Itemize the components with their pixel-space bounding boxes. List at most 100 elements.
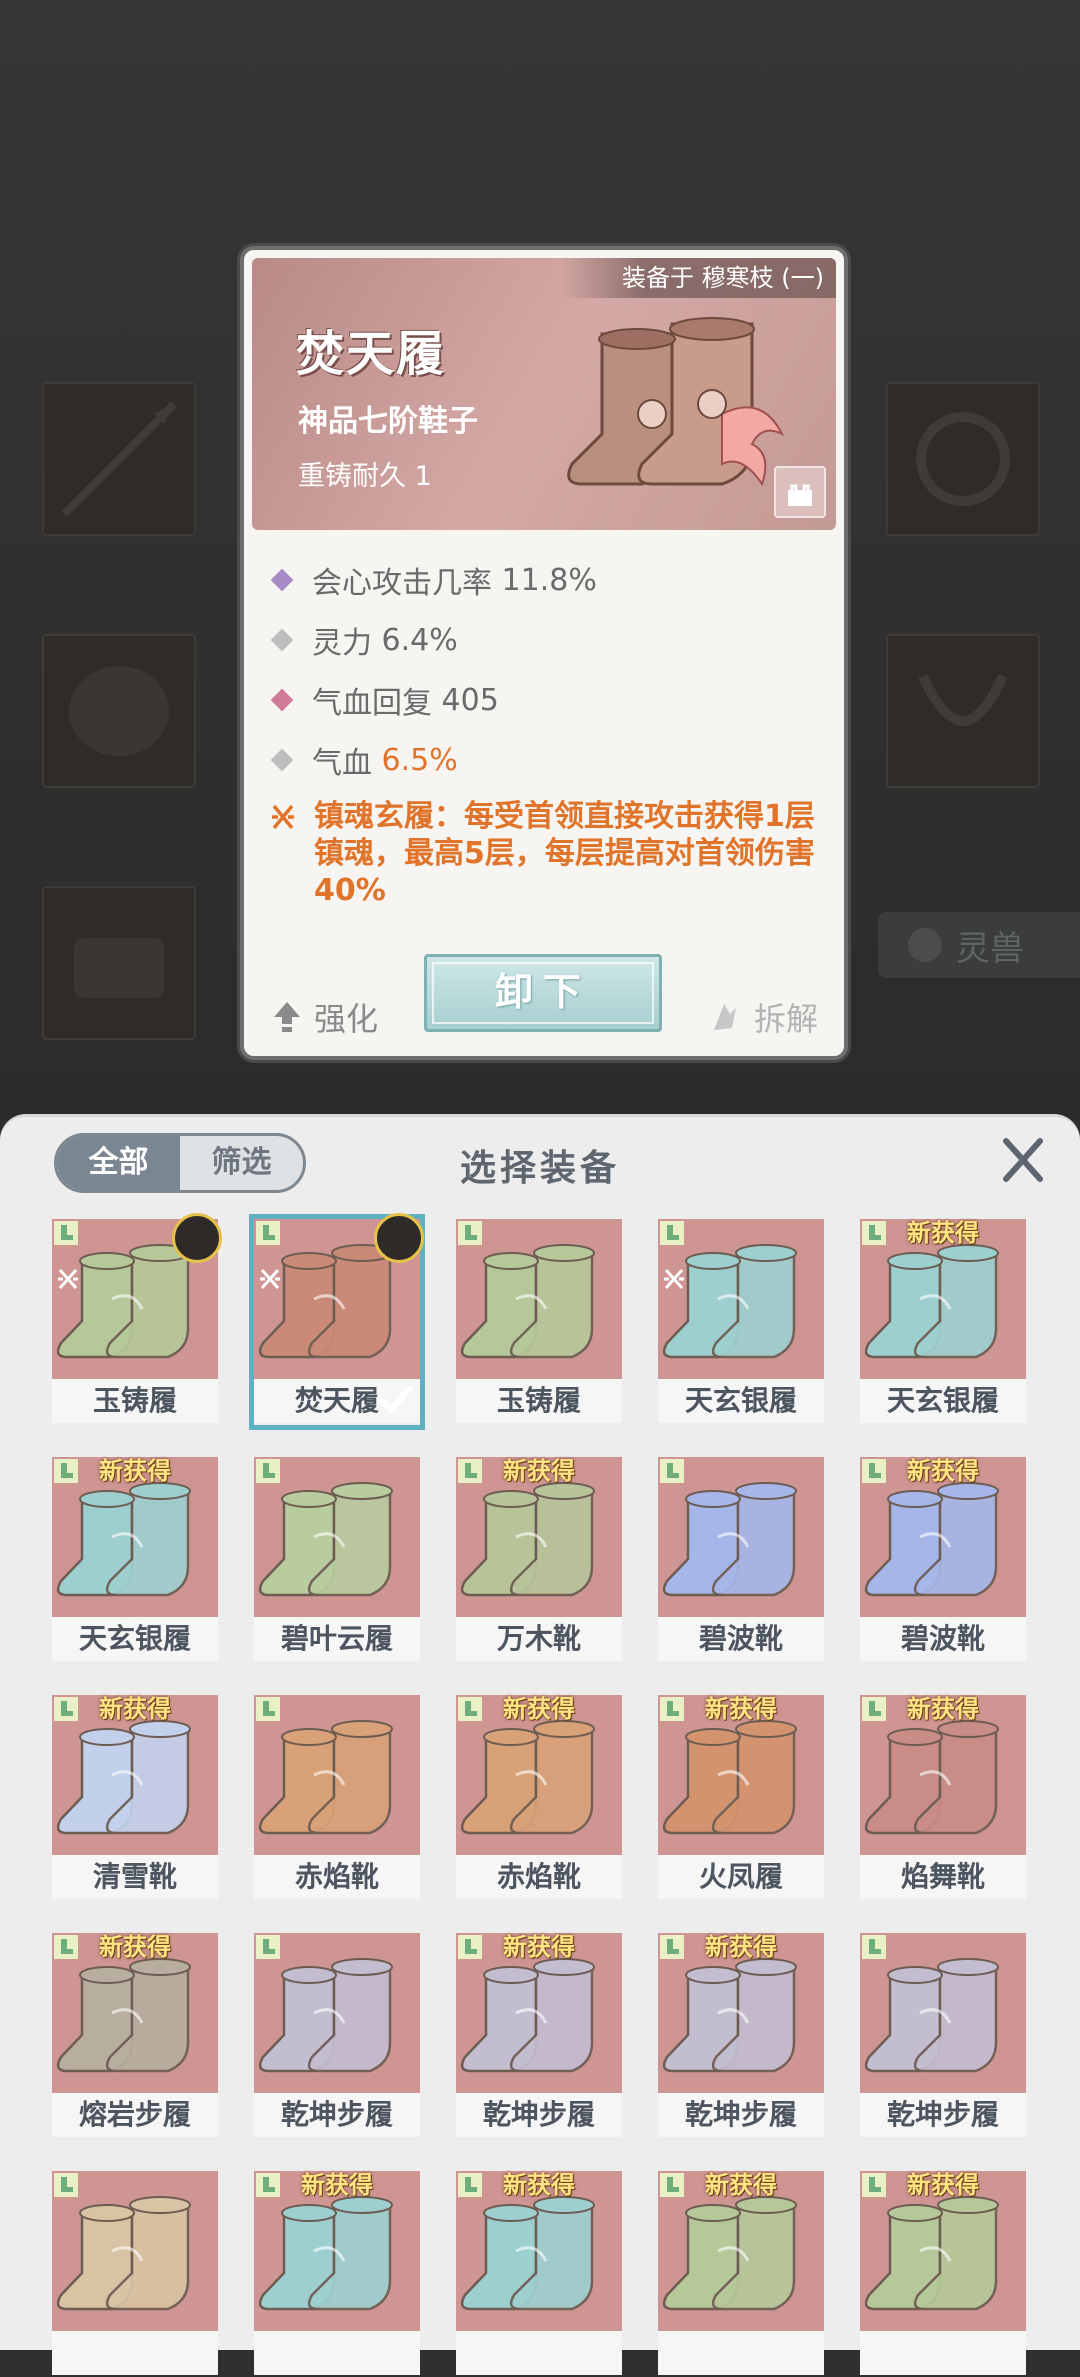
unequip-button[interactable]: 卸下 [424, 954, 662, 1032]
new-badge: 新获得 [301, 2171, 373, 2199]
item-reforge-durability: 重铸耐久 1 [298, 461, 432, 492]
equipment-item[interactable]: 天玄银履 新获得 [860, 1219, 1026, 1425]
stat-row: 气血 6.5% [268, 730, 824, 790]
special-effect: 镇魂玄履：每受首领直接攻击获得1层镇魂，最高5层，每层提高对首领伤害40% [268, 798, 824, 909]
item-name-label: 天玄银履 [658, 1379, 824, 1423]
item-name-label: 熔岩步履 [52, 2093, 218, 2137]
stat-label: 气血回复 [312, 686, 432, 721]
equipment-item[interactable]: 万木靴 新获得 [456, 1457, 622, 1663]
new-badge: 新获得 [705, 2171, 777, 2199]
equipment-item[interactable]: 焚天履 [254, 1213, 424, 1425]
item-name-label: 乾坤步履 [860, 2093, 1026, 2137]
equipment-item[interactable]: 乾坤步履 [860, 1933, 1026, 2139]
equipment-item[interactable]: 新获得 [658, 2171, 824, 2377]
equipment-item[interactable]: 焰舞靴 新获得 [860, 1695, 1026, 1901]
stat-value: 11.8% [501, 562, 597, 598]
bg-equip-slot-armor [42, 634, 196, 788]
spirit-beast-icon [908, 928, 942, 962]
item-name-label: 乾坤步履 [658, 2093, 824, 2137]
gray-diamond-icon [270, 628, 294, 652]
equipment-item[interactable]: 清雪靴 新获得 [52, 1695, 218, 1901]
stat-label: 会心攻击几率 [312, 566, 492, 601]
set-effect-icon [58, 1269, 78, 1289]
new-badge: 新获得 [503, 1933, 575, 1961]
boot-type-icon [660, 1459, 684, 1483]
lock-button[interactable] [774, 466, 826, 518]
close-icon[interactable] [998, 1135, 1048, 1185]
item-name-label: 天玄银履 [860, 1379, 1026, 1423]
equipment-item[interactable]: 乾坤步履 新获得 [658, 1933, 824, 2139]
panel-title: 选择装备 [459, 1148, 620, 1189]
pink-diamond-icon [270, 688, 294, 712]
set-effect-icon [260, 1269, 280, 1289]
boot-type-icon [256, 1935, 280, 1959]
new-badge: 新获得 [99, 1457, 171, 1485]
equipment-item[interactable]: 乾坤步履 新获得 [456, 1933, 622, 2139]
item-name-label: 天玄银履 [52, 1617, 218, 1661]
new-badge: 新获得 [907, 1457, 979, 1485]
equipment-item[interactable]: 乾坤步履 [254, 1933, 420, 2139]
item-name: 焚天履 [296, 326, 447, 382]
new-badge: 新获得 [907, 1219, 979, 1247]
boot-type-icon [862, 1935, 886, 1959]
equipment-item[interactable]: 新获得 [860, 2171, 1026, 2377]
item-name-label: 焰舞靴 [860, 1855, 1026, 1899]
equipment-item[interactable]: 赤焰靴 新获得 [456, 1695, 622, 1901]
item-name-label: 碧叶云履 [254, 1617, 420, 1661]
dismantle-button[interactable]: 拆解 [708, 994, 818, 1040]
stat-label: 气血 [312, 746, 372, 781]
item-detail-card: 装备于 穆寒枝 (一) 焚天履 神品七阶鞋子 重铸耐久 1 会心攻击几率 11.… [240, 246, 848, 1060]
item-name-label: 赤焰靴 [456, 1855, 622, 1899]
stat-value: 6.4% [381, 622, 458, 658]
boot-type-icon [256, 1697, 280, 1721]
bg-equip-slot-weapon [42, 382, 196, 536]
equipment-item[interactable]: 新获得 [254, 2171, 420, 2377]
equipped-character-avatar [374, 1213, 424, 1263]
boot-type-icon [458, 1221, 482, 1245]
boot-type-icon [54, 1221, 78, 1245]
bg-equip-slot-necklace [886, 634, 1040, 788]
item-name-label [658, 2331, 824, 2375]
item-name-label: 万木靴 [456, 1617, 622, 1661]
new-badge: 新获得 [907, 2171, 979, 2199]
item-name-label: 乾坤步履 [456, 2093, 622, 2137]
bg-equip-slot-ring [886, 382, 1040, 536]
gray-diamond-icon [270, 748, 294, 772]
item-name-label: 玉铸履 [456, 1379, 622, 1423]
stat-value-highlight: 6.5% [381, 742, 458, 778]
check-icon [379, 1386, 412, 1415]
equipment-item[interactable]: 碧波靴 新获得 [860, 1457, 1026, 1663]
bg-equip-slot-belt [42, 886, 196, 1040]
dismantle-label: 拆解 [753, 1000, 818, 1038]
purple-diamond-icon [270, 568, 294, 592]
item-name-label: 乾坤步履 [254, 2093, 420, 2137]
stats-list: 会心攻击几率 11.8% 灵力 6.4% 气血回复 405 气血 6.5% 镇魂… [268, 550, 824, 909]
equipment-item[interactable]: 玉铸履 [52, 1213, 222, 1425]
boot-type-icon [256, 1459, 280, 1483]
equipment-item[interactable]: 新获得 [456, 2171, 622, 2377]
equipment-item[interactable]: 火凤履 新获得 [658, 1695, 824, 1901]
equipment-item[interactable]: 天玄银履 新获得 [52, 1457, 218, 1663]
item-name-label: 碧波靴 [658, 1617, 824, 1661]
item-header: 装备于 穆寒枝 (一) 焚天履 神品七阶鞋子 重铸耐久 1 [252, 258, 836, 530]
enhance-button[interactable]: 强化 [272, 994, 378, 1040]
set-effect-icon [664, 1269, 684, 1289]
equipment-item[interactable]: 碧波靴 [658, 1457, 824, 1663]
equipment-item[interactable] [52, 2171, 218, 2377]
equipment-item[interactable]: 玉铸履 [456, 1219, 622, 1425]
item-name-label: 清雪靴 [52, 1855, 218, 1899]
stat-label: 灵力 [312, 626, 372, 661]
item-name-label: 火凤履 [658, 1855, 824, 1899]
equipment-item[interactable]: 赤焰靴 [254, 1695, 420, 1901]
equipment-item[interactable]: 碧叶云履 [254, 1457, 420, 1663]
item-name-label: 赤焰靴 [254, 1855, 420, 1899]
new-badge: 新获得 [99, 1695, 171, 1723]
equipment-item[interactable]: 熔岩步履 新获得 [52, 1933, 218, 2139]
item-name-label [860, 2331, 1026, 2375]
bg-spirit-beast-tab: 灵兽 [878, 912, 1080, 978]
new-badge: 新获得 [705, 1695, 777, 1723]
lock-icon [788, 484, 812, 506]
equipment-item[interactable]: 天玄银履 [658, 1219, 824, 1425]
new-badge: 新获得 [503, 1695, 575, 1723]
stat-row: 气血回复 405 [268, 670, 824, 730]
